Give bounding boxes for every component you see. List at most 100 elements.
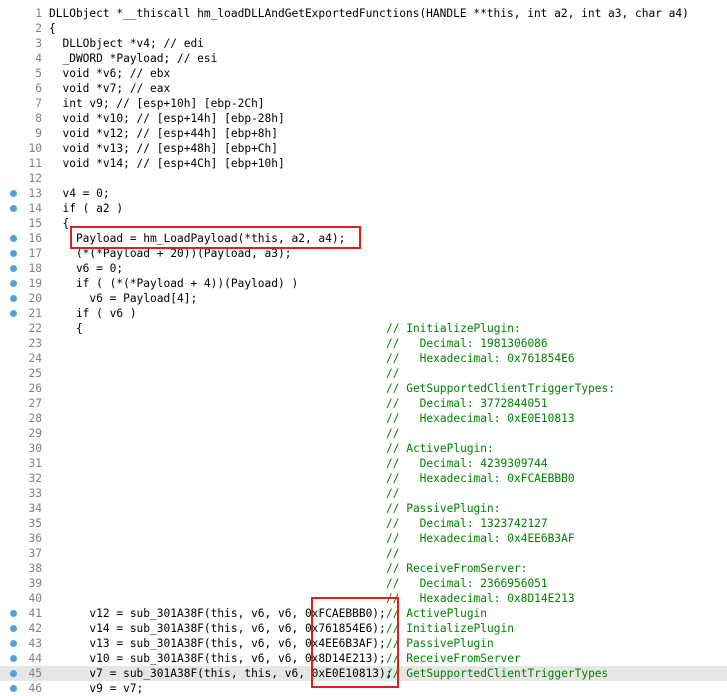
- code-line[interactable]: 10 void *v13; // [esp+48h] [ebp+Ch]: [0, 141, 727, 156]
- code-line[interactable]: 4 _DWORD *Payload; // esi: [0, 51, 727, 66]
- code-comment: // Decimal: 3772844051: [386, 397, 548, 410]
- code-line[interactable]: 3 DLLObject *v4; // edi: [0, 36, 727, 51]
- code-line[interactable]: 34 // PassivePlugin:: [0, 501, 727, 516]
- code-text[interactable]: if ( v6 ): [49, 306, 137, 321]
- code-line[interactable]: 43 v13 = sub_301A38F(this, v6, v6, 0x4EE…: [0, 636, 727, 651]
- code-line[interactable]: 42 v14 = sub_301A38F(this, v6, v6, 0x761…: [0, 621, 727, 636]
- code-line[interactable]: 33 //: [0, 486, 727, 501]
- code-line[interactable]: 2{: [0, 21, 727, 36]
- code-text[interactable]: v13 = sub_301A38F(this, v6, v6, 0x4EE6B3…: [49, 636, 385, 651]
- code-text[interactable]: {: [49, 216, 69, 231]
- code-line[interactable]: 16 Payload = hm_LoadPayload(*this, a2, a…: [0, 231, 727, 246]
- breakpoint-dot-icon[interactable]: [10, 250, 17, 257]
- line-number: 20: [28, 292, 42, 305]
- breakpoint-dot-icon[interactable]: [10, 205, 17, 212]
- code-line[interactable]: 27 // Decimal: 3772844051: [0, 396, 727, 411]
- code-text[interactable]: void *v10; // [esp+14h] [ebp-28h]: [49, 111, 284, 126]
- code-line[interactable]: 21 if ( v6 ): [0, 306, 727, 321]
- code-text[interactable]: if ( a2 ): [49, 201, 123, 216]
- code-text[interactable]: v10 = sub_301A38F(this, v6, v6, 0x8D14E2…: [49, 651, 385, 666]
- breakpoint-dot-icon[interactable]: [10, 685, 17, 692]
- breakpoint-dot-icon[interactable]: [10, 670, 17, 677]
- breakpoint-dot-icon[interactable]: [10, 610, 17, 617]
- breakpoint-dot-icon[interactable]: [10, 655, 17, 662]
- code-line[interactable]: 20 v6 = Payload[4];: [0, 291, 727, 306]
- breakpoint-dot-icon[interactable]: [10, 235, 17, 242]
- code-line[interactable]: 13 v4 = 0;: [0, 186, 727, 201]
- code-line[interactable]: 23 // Decimal: 1981306086: [0, 336, 727, 351]
- code-comment: // ReceiveFromServer: [386, 652, 521, 665]
- line-number: 42: [28, 622, 42, 635]
- code-line[interactable]: 5 void *v6; // ebx: [0, 66, 727, 81]
- code-line[interactable]: 9 void *v12; // [esp+44h] [ebp+8h]: [0, 126, 727, 141]
- breakpoint-dot-icon[interactable]: [10, 190, 17, 197]
- line-number: 17: [28, 247, 42, 260]
- breakpoint-dot-icon[interactable]: [10, 280, 17, 287]
- line-number: 6: [35, 82, 42, 95]
- code-text[interactable]: (*(*Payload + 20))(Payload, a3);: [49, 246, 292, 261]
- breakpoint-dot-icon[interactable]: [10, 310, 17, 317]
- line-number: 10: [28, 142, 42, 155]
- code-comment: // ReceiveFromServer:: [386, 562, 528, 575]
- pseudocode-view[interactable]: 1 DLLObject *__thiscall hm_loadDLLAndGetE…: [0, 0, 727, 695]
- code-line[interactable]: 15 {: [0, 216, 727, 231]
- line-number: 28: [28, 412, 42, 425]
- code-line[interactable]: 30 // ActivePlugin:: [0, 441, 727, 456]
- breakpoint-dot-icon[interactable]: [10, 625, 17, 632]
- code-line[interactable]: 40 // Hexadecimal: 0x8D14E213: [0, 591, 727, 606]
- code-line[interactable]: 38 // ReceiveFromServer:: [0, 561, 727, 576]
- code-text[interactable]: if ( (*(*Payload + 4))(Payload) ): [49, 276, 298, 291]
- code-line[interactable]: 11 void *v14; // [esp+4Ch] [ebp+10h]: [0, 156, 727, 171]
- code-text[interactable]: v7 = sub_301A38F(this, this, v6, 0xE0E10…: [49, 666, 392, 681]
- code-text[interactable]: v4 = 0;: [49, 186, 109, 201]
- code-text[interactable]: v9 = v7;: [49, 681, 143, 696]
- code-text[interactable]: _DWORD *Payload; // esi: [49, 51, 217, 66]
- code-line[interactable]: 12: [0, 171, 727, 186]
- code-text[interactable]: v6 = Payload[4];: [49, 291, 197, 306]
- code-line[interactable]: 45 v7 = sub_301A38F(this, this, v6, 0xE0…: [0, 666, 727, 681]
- code-line[interactable]: 28 // Hexadecimal: 0xE0E10813: [0, 411, 727, 426]
- code-line[interactable]: 41 v12 = sub_301A38F(this, v6, v6, 0xFCA…: [0, 606, 727, 621]
- breakpoint-dot-icon[interactable]: [10, 295, 17, 302]
- code-line[interactable]: 8 void *v10; // [esp+14h] [ebp-28h]: [0, 111, 727, 126]
- code-line[interactable]: 37 //: [0, 546, 727, 561]
- code-text[interactable]: v12 = sub_301A38F(this, v6, v6, 0xFCAEBB…: [49, 606, 385, 621]
- code-line[interactable]: 46 v9 = v7;: [0, 681, 727, 696]
- code-line[interactable]: 31 // Decimal: 4239309744: [0, 456, 727, 471]
- code-comment: // GetSupportedClientTriggerTypes: [386, 667, 609, 680]
- code-text[interactable]: DLLObject *v4; // edi: [49, 36, 203, 51]
- code-text[interactable]: void *v13; // [esp+48h] [ebp+Ch]: [49, 141, 278, 156]
- code-text[interactable]: void *v6; // ebx: [49, 66, 170, 81]
- code-text[interactable]: Payload = hm_LoadPayload(*this, a2, a4);: [49, 231, 345, 246]
- code-line[interactable]: 7 int v9; // [esp+10h] [ebp-2Ch]: [0, 96, 727, 111]
- code-line[interactable]: 19 if ( (*(*Payload + 4))(Payload) ): [0, 276, 727, 291]
- breakpoint-dot-icon[interactable]: [10, 265, 17, 272]
- code-line[interactable]: 18 v6 = 0;: [0, 261, 727, 276]
- code-line[interactable]: 1 DLLObject *__thiscall hm_loadDLLAndGetE…: [0, 6, 727, 21]
- code-line[interactable]: 17 (*(*Payload + 20))(Payload, a3);: [0, 246, 727, 261]
- breakpoint-dot-icon[interactable]: [10, 640, 17, 647]
- code-line[interactable]: 36 // Hexadecimal: 0x4EE6B3AF: [0, 531, 727, 546]
- code-text[interactable]: v6 = 0;: [49, 261, 123, 276]
- code-line[interactable]: 22 {// InitializePlugin:: [0, 321, 727, 336]
- code-line[interactable]: 29 //: [0, 426, 727, 441]
- code-text[interactable]: {: [49, 21, 56, 36]
- code-line[interactable]: 44 v10 = sub_301A38F(this, v6, v6, 0x8D1…: [0, 651, 727, 666]
- code-text[interactable]: v14 = sub_301A38F(this, v6, v6, 0x761854…: [49, 621, 385, 636]
- code-line[interactable]: 24 // Hexadecimal: 0x761854E6: [0, 351, 727, 366]
- code-text[interactable]: int v9; // [esp+10h] [ebp-2Ch]: [49, 96, 264, 111]
- code-text[interactable]: void *v14; // [esp+4Ch] [ebp+10h]: [49, 156, 284, 171]
- code-line[interactable]: 6 void *v7; // eax: [0, 81, 727, 96]
- code-text[interactable]: DLLObject *__thiscall hm_loadDLLAndGetEx…: [49, 6, 689, 21]
- code-line[interactable]: 39 // Decimal: 2366956051: [0, 576, 727, 591]
- code-text[interactable]: void *v7; // eax: [49, 81, 170, 96]
- code-text[interactable]: void *v12; // [esp+44h] [ebp+8h]: [49, 126, 278, 141]
- code-line[interactable]: 35 // Decimal: 1323742127: [0, 516, 727, 531]
- code-text[interactable]: {: [49, 321, 83, 336]
- line-number: 18: [28, 262, 42, 275]
- code-line[interactable]: 25 //: [0, 366, 727, 381]
- code-line[interactable]: 14 if ( a2 ): [0, 201, 727, 216]
- code-line[interactable]: 32 // Hexadecimal: 0xFCAEBBB0: [0, 471, 727, 486]
- code-line[interactable]: 26 // GetSupportedClientTriggerTypes:: [0, 381, 727, 396]
- line-number: 5: [35, 67, 42, 80]
